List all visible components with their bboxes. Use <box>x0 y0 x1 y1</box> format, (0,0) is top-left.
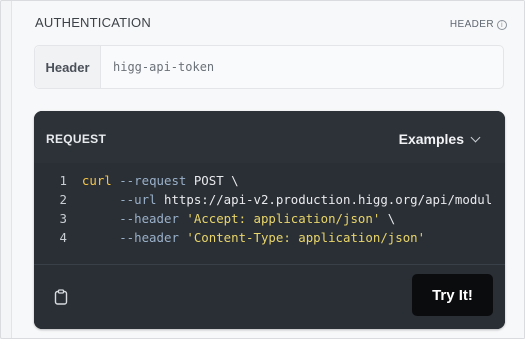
auth-type-tag: HEADER i <box>450 19 507 30</box>
request-panel: REQUEST Examples 1 curl --request POST \… <box>34 111 505 329</box>
code-token: curl <box>81 173 112 188</box>
code-token: --header <box>81 230 187 245</box>
code-token: --header <box>81 211 187 226</box>
info-icon[interactable]: i <box>497 19 507 30</box>
clipboard-icon[interactable] <box>54 289 68 305</box>
code-token: 'Content-Type: application/json' <box>186 230 426 245</box>
line-number: 3 <box>59 211 67 226</box>
examples-label: Examples <box>398 131 464 147</box>
request-title: REQUEST <box>46 132 107 146</box>
code-token: POST \ <box>193 173 239 188</box>
code-line: 4 --header 'Content-Type: application/js… <box>34 228 426 247</box>
chevron-down-icon <box>470 132 481 142</box>
code-token: 'Accept: application/json' <box>186 211 381 226</box>
line-number: 1 <box>59 173 67 188</box>
header-auth-field: Header higg-api-token <box>34 45 504 89</box>
try-it-button[interactable]: Try It! <box>412 274 493 316</box>
auth-type-label: HEADER <box>449 19 494 30</box>
code-token: --url <box>81 192 164 207</box>
request-header: REQUEST Examples <box>34 111 505 163</box>
code-token: --request <box>111 173 194 188</box>
line-number: 4 <box>59 230 67 245</box>
code-token: \ <box>380 211 396 226</box>
code-line: 1 curl --request POST \ <box>34 171 239 190</box>
examples-dropdown[interactable]: Examples <box>398 131 481 147</box>
code-line: 2 --url https://api-v2.production.higg.o… <box>34 190 493 209</box>
code-block: 1 curl --request POST \ 2 --url https://a… <box>34 171 505 263</box>
header-token-input[interactable]: higg-api-token <box>101 60 214 74</box>
code-line: 3 --header 'Accept: application/json' \ <box>34 209 396 228</box>
request-footer: Try It! <box>34 264 505 329</box>
line-number: 2 <box>59 192 67 207</box>
authentication-title: AUTHENTICATION <box>35 15 151 30</box>
code-token: https://api-v2.production.higg.org/api/m… <box>163 192 493 207</box>
header-field-label: Header <box>35 46 101 88</box>
